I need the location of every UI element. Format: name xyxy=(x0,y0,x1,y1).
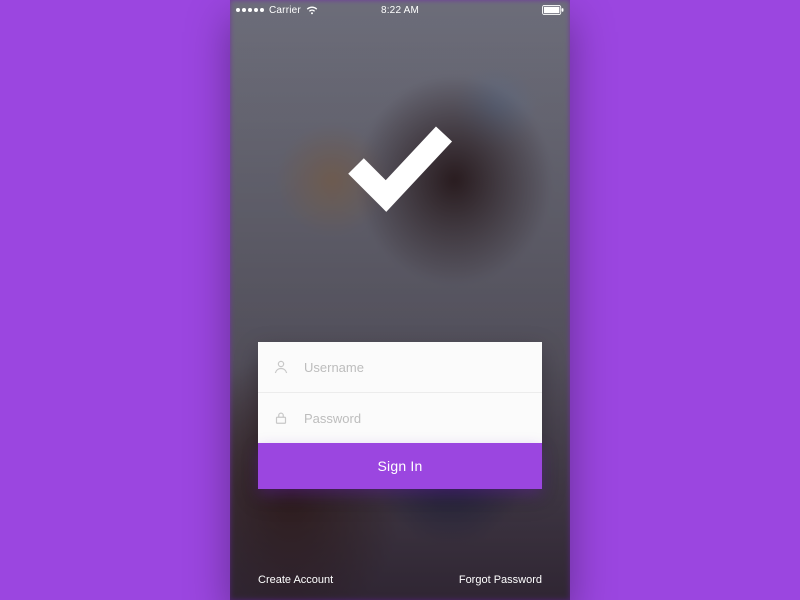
checkmark-icon xyxy=(346,120,454,212)
background-overlay xyxy=(230,0,570,600)
username-input[interactable] xyxy=(302,341,528,393)
lock-icon xyxy=(272,409,290,427)
battery-icon xyxy=(542,5,564,15)
user-icon xyxy=(272,358,290,376)
footer-links: Create Account Forgot Password xyxy=(258,574,542,586)
app-logo xyxy=(230,120,570,212)
signal-strength-icon xyxy=(236,8,264,12)
sign-in-button[interactable]: Sign In xyxy=(258,443,542,489)
stage: Carrier 8:22 AM xyxy=(0,0,800,600)
login-card: Sign In xyxy=(258,342,542,489)
wifi-icon xyxy=(306,6,318,15)
username-field[interactable] xyxy=(258,342,542,392)
status-bar: Carrier 8:22 AM xyxy=(230,0,570,18)
phone-screen: Carrier 8:22 AM xyxy=(230,0,570,600)
password-input[interactable] xyxy=(302,392,528,444)
password-field[interactable] xyxy=(258,392,542,443)
forgot-password-link[interactable]: Forgot Password xyxy=(459,574,542,586)
status-bar-right xyxy=(455,5,564,15)
status-bar-left: Carrier xyxy=(236,5,345,16)
create-account-link[interactable]: Create Account xyxy=(258,574,333,586)
status-bar-time: 8:22 AM xyxy=(345,5,454,16)
carrier-label: Carrier xyxy=(269,5,301,16)
